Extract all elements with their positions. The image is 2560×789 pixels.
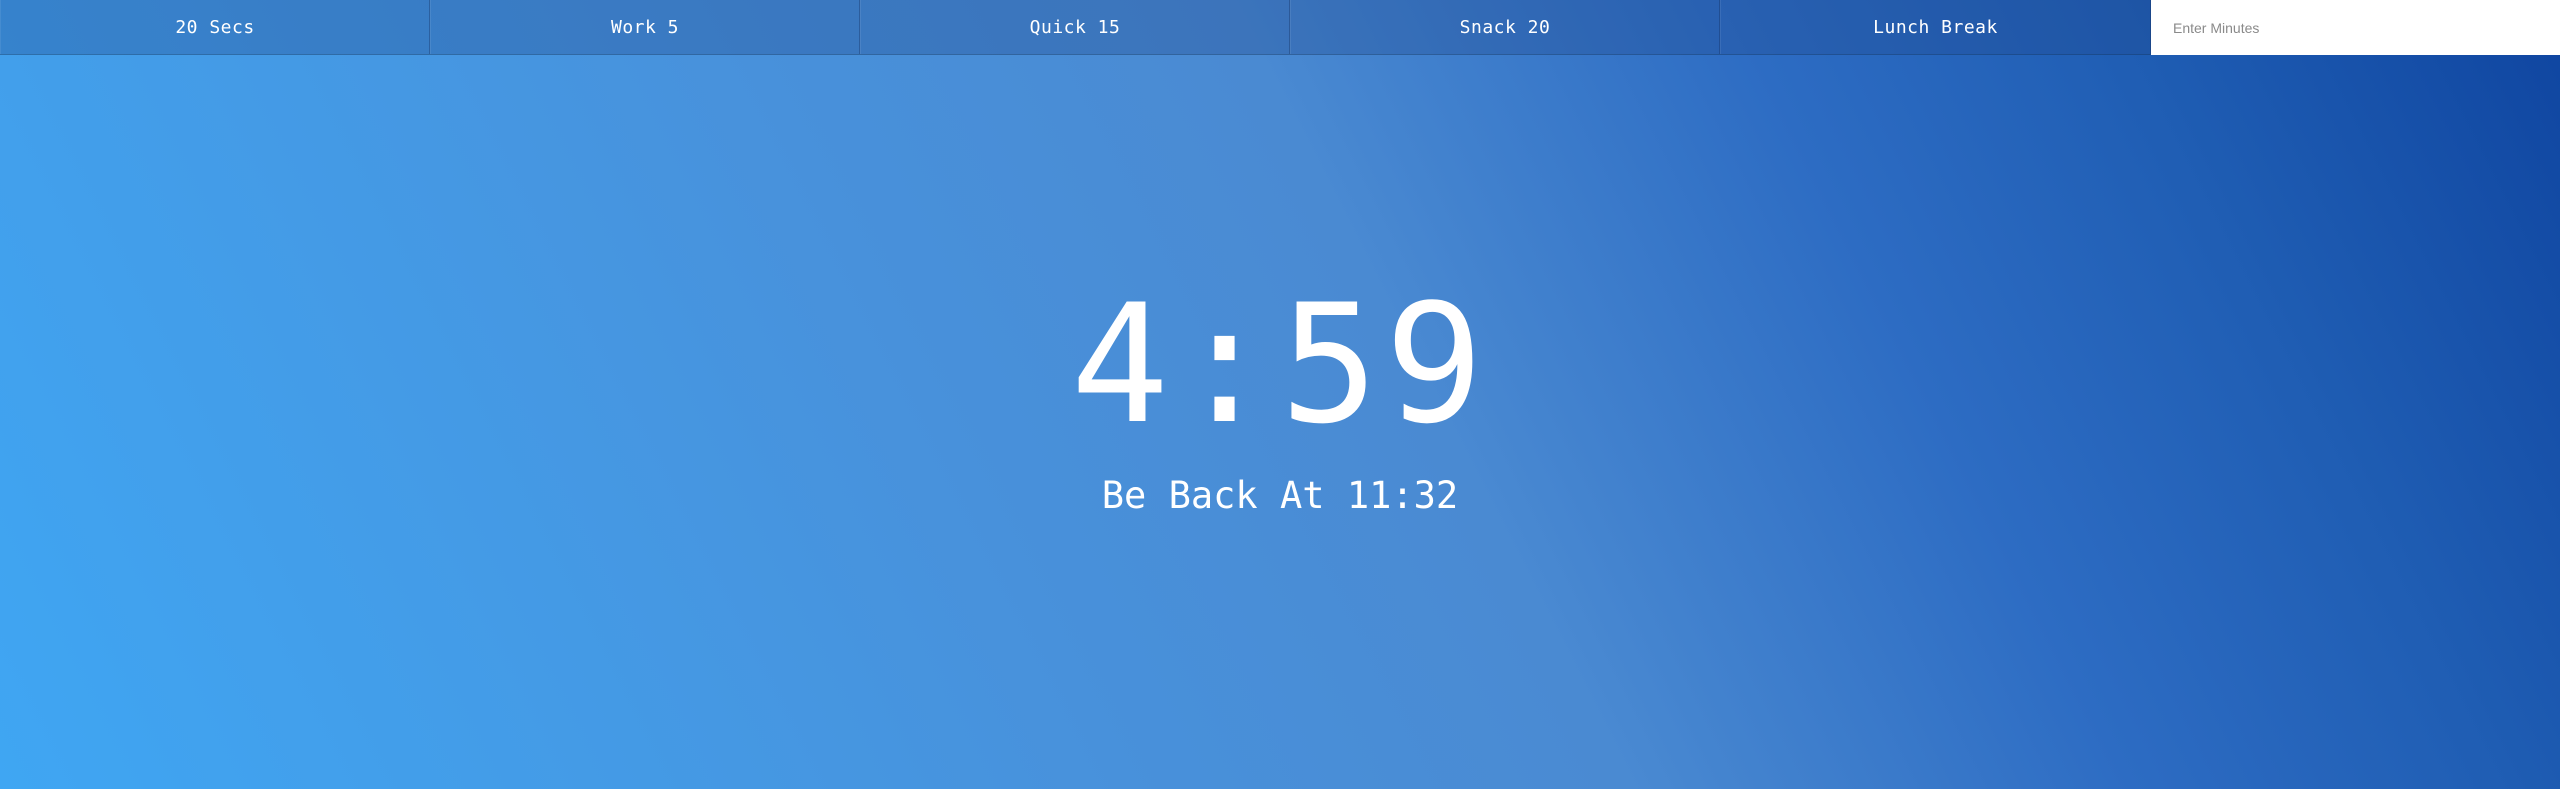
custom-minutes-form <box>2151 0 2560 55</box>
timer-display: 4:59 Be Back At 11:32 <box>0 270 2560 520</box>
end-time: Be Back At 11:32 <box>1101 474 1459 517</box>
timer-button-work-5[interactable]: Work 5 <box>430 0 860 54</box>
timer-button-20-secs[interactable]: 20 Secs <box>0 0 430 54</box>
timer-button-lunch-break[interactable]: Lunch Break <box>1720 0 2151 54</box>
minutes-input[interactable] <box>2171 18 2545 37</box>
timer-button-snack-20[interactable]: Snack 20 <box>1290 0 1720 54</box>
timer-button-quick-15[interactable]: Quick 15 <box>860 0 1290 54</box>
time-left: 4:59 <box>1070 269 1490 460</box>
timer-controls: 20 Secs Work 5 Quick 15 Snack 20 Lunch B… <box>0 0 2560 55</box>
